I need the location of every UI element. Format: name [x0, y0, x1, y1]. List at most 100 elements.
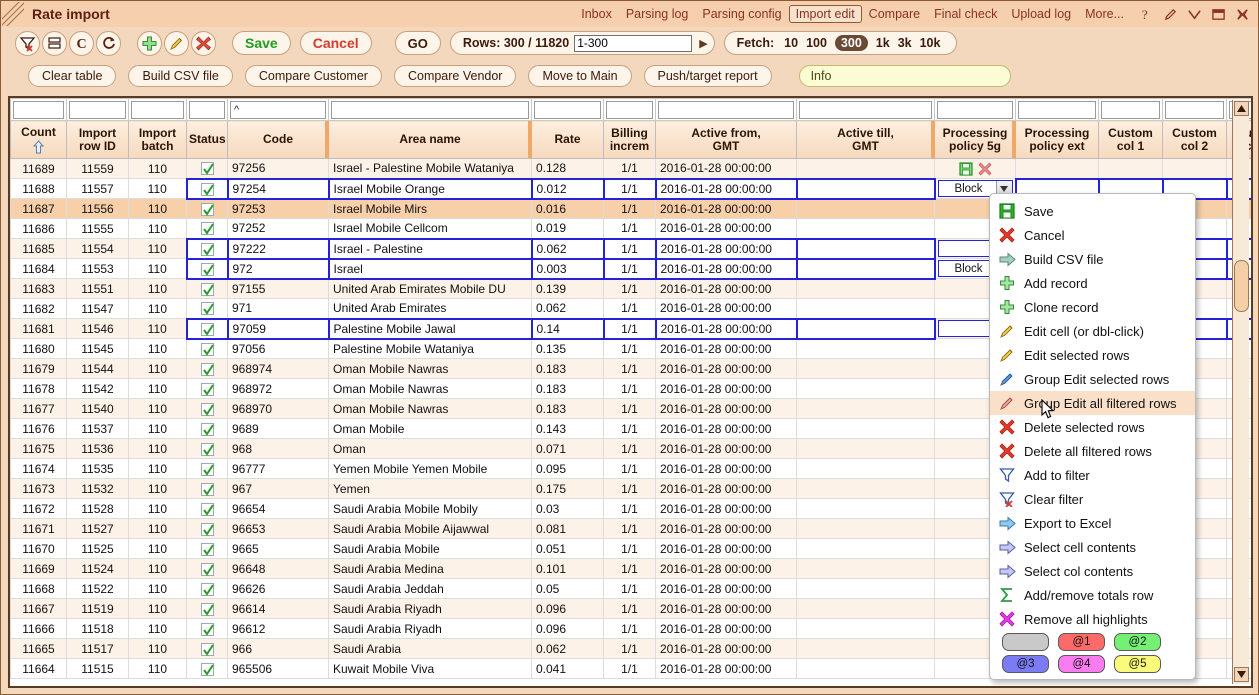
cell-billing-increm[interactable]: 1/1: [604, 439, 656, 459]
cell-import-row-id[interactable]: 11545: [67, 339, 129, 359]
cell-billing-increm[interactable]: 1/1: [604, 279, 656, 299]
cell-status[interactable]: [187, 439, 228, 459]
cell-code[interactable]: 97222: [228, 239, 329, 259]
menu-item-group-edit-all-filtered-rows[interactable]: Group Edit all filtered rows: [990, 391, 1195, 415]
cell-import-row-id[interactable]: 11528: [67, 499, 129, 519]
cell-area-name[interactable]: Saudi Arabia Riyadh: [329, 599, 532, 619]
cell-import-batch[interactable]: 110: [129, 439, 187, 459]
save-button[interactable]: Save: [232, 31, 291, 55]
cell-import-row-id[interactable]: 11540: [67, 399, 129, 419]
cell-count[interactable]: 11680: [11, 339, 67, 359]
filter-cell-custom-1[interactable]: [1099, 99, 1163, 121]
cell-area-name[interactable]: Oman Mobile Nawras: [329, 399, 532, 419]
cell-import-batch[interactable]: 110: [129, 219, 187, 239]
cell-import-row-id[interactable]: 11546: [67, 319, 129, 339]
nav-item-upload-log[interactable]: Upload log: [1004, 5, 1078, 23]
cell-status[interactable]: [187, 399, 228, 419]
cell-billing-increm[interactable]: 1/1: [604, 179, 656, 199]
cell-area-name[interactable]: Oman Mobile Nawras: [329, 379, 532, 399]
cell-import-row-id[interactable]: 11551: [67, 279, 129, 299]
cell-import-batch[interactable]: 110: [129, 659, 187, 679]
cell-rate[interactable]: 0.05: [532, 579, 604, 599]
chevron-down-icon[interactable]: [1187, 7, 1202, 22]
cell-billing-increm[interactable]: 1/1: [604, 599, 656, 619]
cell-code[interactable]: 96777: [228, 459, 329, 479]
help-icon[interactable]: ?: [1139, 7, 1154, 22]
cell-import-row-id[interactable]: 11544: [67, 359, 129, 379]
column-header-rate[interactable]: Rate: [532, 121, 604, 159]
cell-import-row-id[interactable]: 11555: [67, 219, 129, 239]
go-button[interactable]: GO: [395, 31, 441, 55]
add-record-icon[interactable]: [137, 31, 162, 56]
cell-billing-increm[interactable]: 1/1: [604, 519, 656, 539]
menu-item-select-cell-contents[interactable]: Select cell contents: [990, 535, 1195, 559]
cell-code[interactable]: 966: [228, 639, 329, 659]
status-checkbox[interactable]: [201, 543, 214, 556]
cell-count[interactable]: 11670: [11, 539, 67, 559]
cell-billing-increm[interactable]: 1/1: [604, 479, 656, 499]
cell-billing-increm[interactable]: 1/1: [604, 379, 656, 399]
scroll-up-icon[interactable]: [1234, 101, 1249, 116]
status-checkbox[interactable]: [201, 383, 214, 396]
status-checkbox[interactable]: [201, 183, 214, 196]
cell-active-till[interactable]: [797, 279, 935, 299]
cell-active-from[interactable]: 2016-01-28 00:00:00: [656, 619, 797, 639]
cell-code[interactable]: 9689: [228, 419, 329, 439]
cell-import-row-id[interactable]: 11553: [67, 259, 129, 279]
cell-count[interactable]: 11674: [11, 459, 67, 479]
cell-billing-increm[interactable]: 1/1: [604, 539, 656, 559]
info-field[interactable]: Info: [799, 65, 1011, 87]
cell-active-till[interactable]: [797, 659, 935, 679]
cell-import-batch[interactable]: 110: [129, 619, 187, 639]
play-right-icon[interactable]: ▶: [699, 37, 707, 50]
cell-billing-increm[interactable]: 1/1: [604, 299, 656, 319]
cell-code[interactable]: 97056: [228, 339, 329, 359]
cell-active-till[interactable]: [797, 539, 935, 559]
cell-import-row-id[interactable]: 11535: [67, 459, 129, 479]
cell-active-from[interactable]: 2016-01-28 00:00:00: [656, 399, 797, 419]
cell-active-from[interactable]: 2016-01-28 00:00:00: [656, 379, 797, 399]
cell-import-batch[interactable]: 110: [129, 259, 187, 279]
column-header-custom-col-1[interactable]: Custom col 1: [1099, 121, 1163, 159]
cell-rate[interactable]: 0.012: [532, 179, 604, 199]
edit-record-icon[interactable]: [164, 31, 189, 56]
cell-count[interactable]: 11677: [11, 399, 67, 419]
cell-status[interactable]: [187, 319, 228, 339]
rows-layout-icon[interactable]: [42, 31, 67, 56]
cell-active-till[interactable]: [797, 559, 935, 579]
cell-import-batch[interactable]: 110: [129, 539, 187, 559]
cell-status[interactable]: [187, 579, 228, 599]
highlight-swatch-@1[interactable]: @1: [1058, 633, 1105, 651]
status-checkbox[interactable]: [201, 483, 214, 496]
status-checkbox[interactable]: [201, 243, 214, 256]
cell-count[interactable]: 11689: [11, 159, 67, 179]
filter-input-code[interactable]: ^: [230, 101, 326, 119]
cell-import-batch[interactable]: 110: [129, 419, 187, 439]
c-icon[interactable]: C: [69, 31, 94, 56]
cell-active-till[interactable]: [797, 159, 935, 179]
cell-import-row-id[interactable]: 11518: [67, 619, 129, 639]
cell-area-name[interactable]: Israel Mobile Orange: [329, 179, 532, 199]
cell-rate[interactable]: 0.143: [532, 419, 604, 439]
menu-item-clear-filter[interactable]: Clear filter: [990, 487, 1195, 511]
cell-area-name[interactable]: Saudi Arabia Mobile: [329, 539, 532, 559]
cell-code[interactable]: 96626: [228, 579, 329, 599]
fetch-option-10k[interactable]: 10k: [920, 36, 941, 50]
cell-active-till[interactable]: [797, 499, 935, 519]
cell-area-name[interactable]: Kuwait Mobile Viva: [329, 659, 532, 679]
cell-area-name[interactable]: Israel - Palestine: [329, 239, 532, 259]
cell-code[interactable]: 96654: [228, 499, 329, 519]
cell-code[interactable]: 9665: [228, 539, 329, 559]
cell-area-name[interactable]: Palestine Mobile Jawal: [329, 319, 532, 339]
cell-active-from[interactable]: 2016-01-28 00:00:00: [656, 639, 797, 659]
cell-status[interactable]: [187, 419, 228, 439]
cell-import-batch[interactable]: 110: [129, 639, 187, 659]
cell-count[interactable]: 11682: [11, 299, 67, 319]
cell-count[interactable]: 11676: [11, 419, 67, 439]
cell-rate[interactable]: 0.139: [532, 279, 604, 299]
filter-cell-area-name[interactable]: [329, 99, 532, 121]
fetch-option-1k[interactable]: 1k: [876, 36, 890, 50]
scrollbar-thumb[interactable]: [1234, 260, 1249, 312]
cell-import-row-id[interactable]: 11536: [67, 439, 129, 459]
cell-count[interactable]: 11667: [11, 599, 67, 619]
